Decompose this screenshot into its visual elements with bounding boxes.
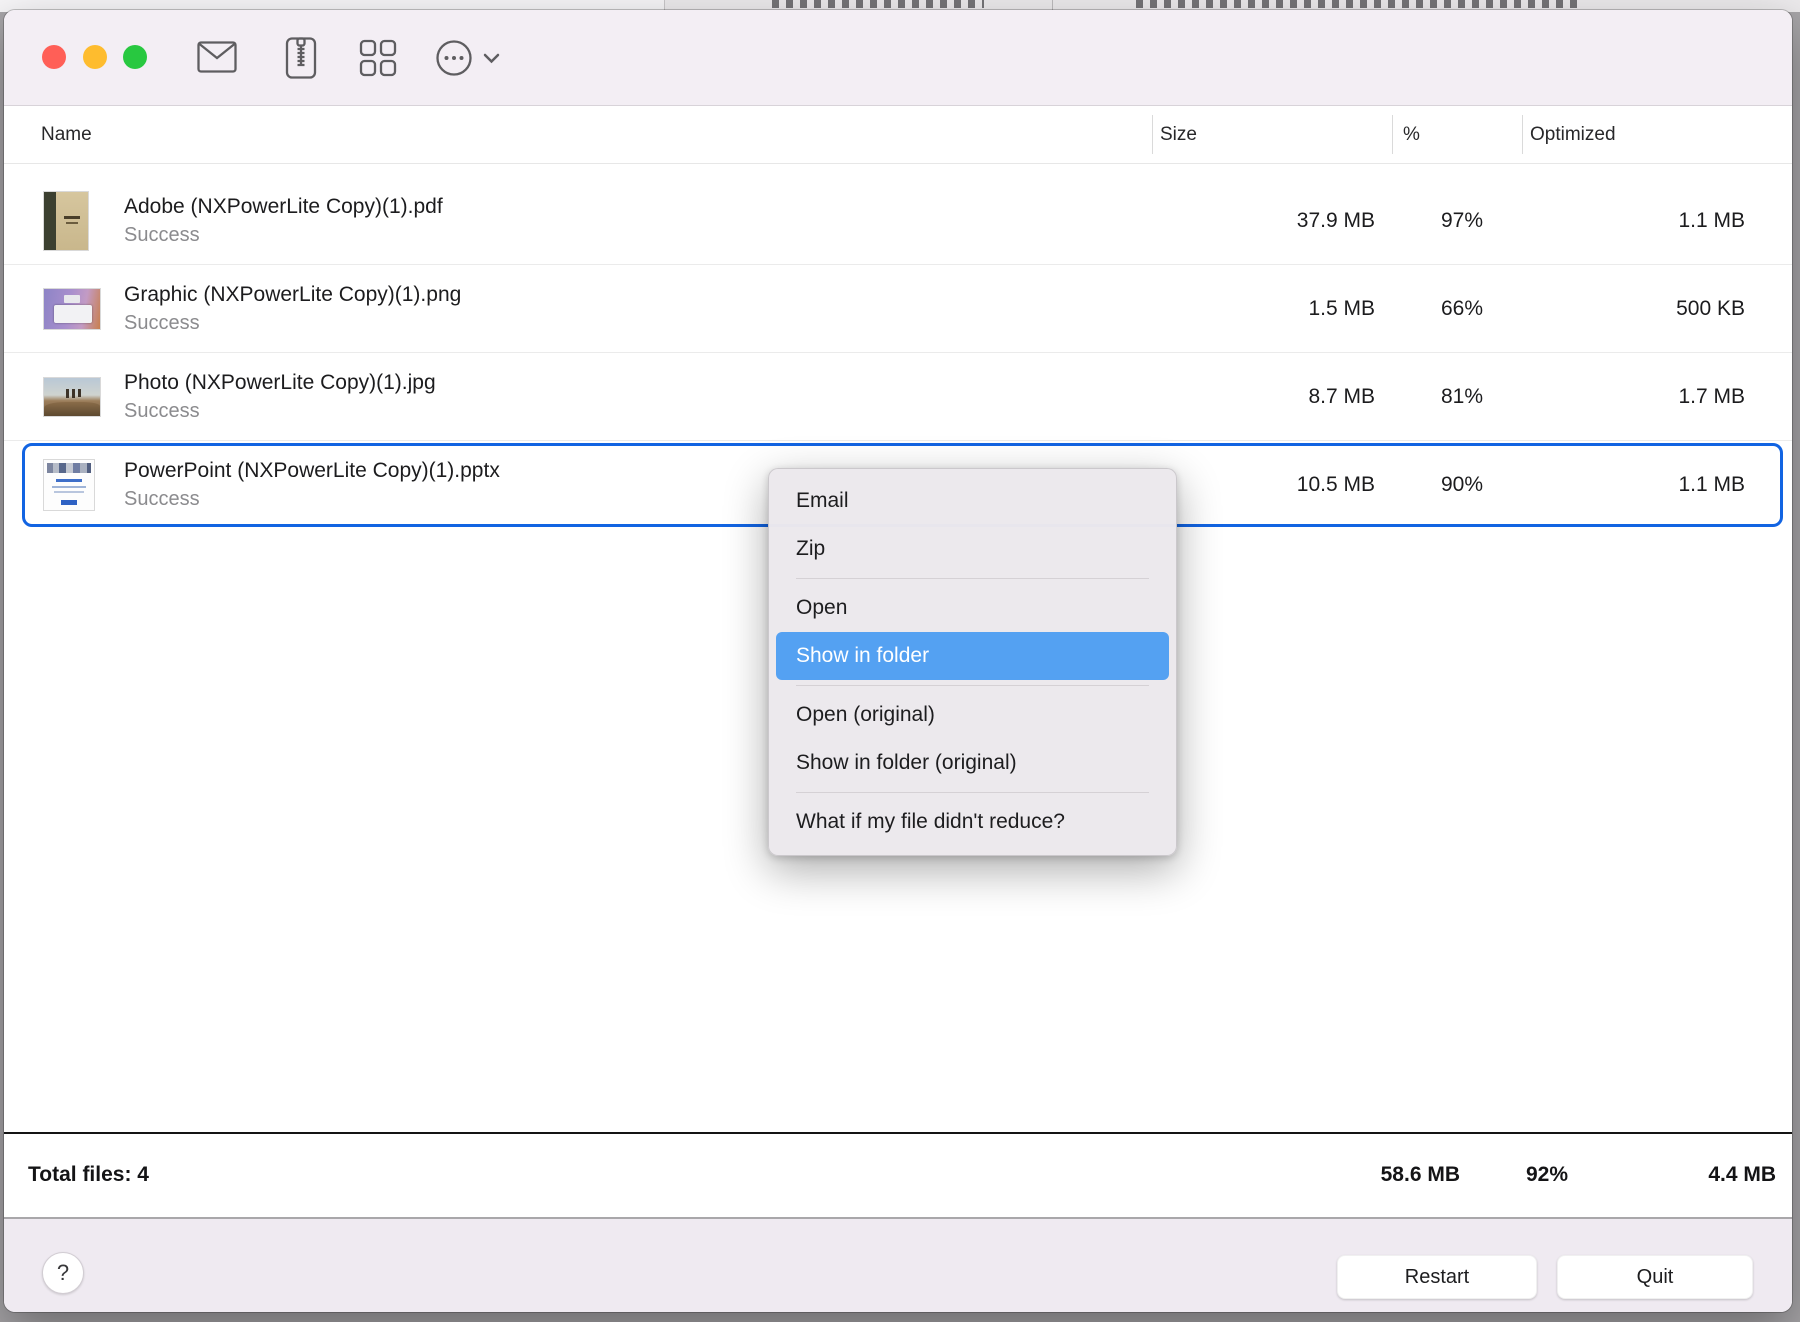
menu-separator <box>796 578 1149 579</box>
file-info: Photo (NXPowerLite Copy)(1).jpg Success <box>124 371 436 423</box>
file-name: Photo (NXPowerLite Copy)(1).jpg <box>124 371 436 395</box>
file-thumbnail <box>44 378 100 416</box>
column-header-size[interactable]: Size <box>1160 106 1197 164</box>
file-percent: 66% <box>1441 265 1483 352</box>
close-button[interactable] <box>42 45 66 69</box>
file-percent: 97% <box>1441 177 1483 264</box>
screen: Name Size % Optimized Adobe (NXPowerLite… <box>0 0 1800 1322</box>
restart-button-label: Restart <box>1405 1266 1469 1289</box>
email-button[interactable] <box>197 41 237 78</box>
menu-item-open[interactable]: Open <box>776 584 1169 632</box>
file-row-pdf[interactable]: Adobe (NXPowerLite Copy)(1).pdf Success … <box>4 177 1792 265</box>
titlebar <box>4 10 1792 106</box>
total-optimized: 4.4 MB <box>1708 1134 1776 1215</box>
menu-separator <box>796 685 1149 686</box>
restart-button[interactable]: Restart <box>1337 1255 1537 1299</box>
column-divider <box>1152 115 1153 154</box>
table-header: Name Size % Optimized <box>4 106 1792 164</box>
email-icon <box>197 41 237 73</box>
column-header-name[interactable]: Name <box>41 106 92 164</box>
menu-item-what-if-didnt-reduce[interactable]: What if my file didn't reduce? <box>776 798 1169 846</box>
file-optimized: 1.1 MB <box>1678 177 1745 264</box>
zip-icon <box>285 37 317 79</box>
clipped-text-fragment <box>772 0 984 8</box>
file-size: 8.7 MB <box>1308 353 1375 440</box>
file-size: 10.5 MB <box>1297 441 1375 529</box>
file-name: Adobe (NXPowerLite Copy)(1).pdf <box>124 195 443 219</box>
file-percent: 81% <box>1441 353 1483 440</box>
clipped-text-fragment <box>1136 0 1582 8</box>
file-size: 1.5 MB <box>1308 265 1375 352</box>
file-thumbnail <box>44 289 100 329</box>
quit-button[interactable]: Quit <box>1557 1255 1753 1299</box>
context-menu: Email Zip Open Show in folder Open (orig… <box>768 468 1177 856</box>
grid-icon <box>359 39 397 77</box>
menu-item-open-original[interactable]: Open (original) <box>776 691 1169 739</box>
bottom-action-bar: ? Restart Quit <box>4 1217 1792 1312</box>
help-icon: ? <box>57 1260 69 1286</box>
total-percent: 92% <box>1526 1134 1568 1215</box>
file-percent: 90% <box>1441 441 1483 529</box>
menu-item-show-in-folder-original[interactable]: Show in folder (original) <box>776 739 1169 787</box>
file-size: 37.9 MB <box>1297 177 1375 264</box>
quit-button-label: Quit <box>1637 1266 1674 1289</box>
minimize-button[interactable] <box>83 45 107 69</box>
file-info: PowerPoint (NXPowerLite Copy)(1).pptx Su… <box>124 459 500 511</box>
file-row-png[interactable]: Graphic (NXPowerLite Copy)(1).png Succes… <box>4 265 1792 353</box>
column-divider <box>1392 115 1393 154</box>
file-name: PowerPoint (NXPowerLite Copy)(1).pptx <box>124 459 500 483</box>
file-thumbnail <box>44 192 88 250</box>
zoom-button[interactable] <box>123 45 147 69</box>
file-row-jpg[interactable]: Photo (NXPowerLite Copy)(1).jpg Success … <box>4 353 1792 441</box>
menu-separator <box>796 792 1149 793</box>
file-thumbnail <box>44 460 94 510</box>
menu-item-show-in-folder[interactable]: Show in folder <box>776 632 1169 680</box>
total-size: 58.6 MB <box>1381 1134 1460 1215</box>
totals-footer: Total files: 4 58.6 MB 92% 4.4 MB <box>4 1132 1792 1215</box>
file-status: Success <box>124 488 500 511</box>
file-optimized: 500 KB <box>1676 265 1745 352</box>
file-status: Success <box>124 400 436 423</box>
file-info: Graphic (NXPowerLite Copy)(1).png Succes… <box>124 283 461 335</box>
column-header-optimized[interactable]: Optimized <box>1530 106 1616 164</box>
file-optimized: 1.7 MB <box>1678 353 1745 440</box>
file-status: Success <box>124 224 443 247</box>
file-info: Adobe (NXPowerLite Copy)(1).pdf Success <box>124 195 443 247</box>
menu-item-email[interactable]: Email <box>776 477 1169 525</box>
help-button[interactable]: ? <box>42 1252 84 1294</box>
column-header-percent[interactable]: % <box>1403 106 1420 164</box>
more-options-icon <box>435 39 473 77</box>
file-optimized: 1.1 MB <box>1678 441 1745 529</box>
zip-button[interactable] <box>285 37 317 84</box>
total-files-label: Total files: 4 <box>28 1134 149 1215</box>
batch-grid-button[interactable] <box>359 39 397 82</box>
menu-item-zip[interactable]: Zip <box>776 525 1169 573</box>
chevron-down-icon <box>483 53 500 64</box>
column-divider <box>1522 115 1523 154</box>
file-name: Graphic (NXPowerLite Copy)(1).png <box>124 283 461 307</box>
file-status: Success <box>124 312 461 335</box>
more-options-button[interactable] <box>435 39 500 77</box>
